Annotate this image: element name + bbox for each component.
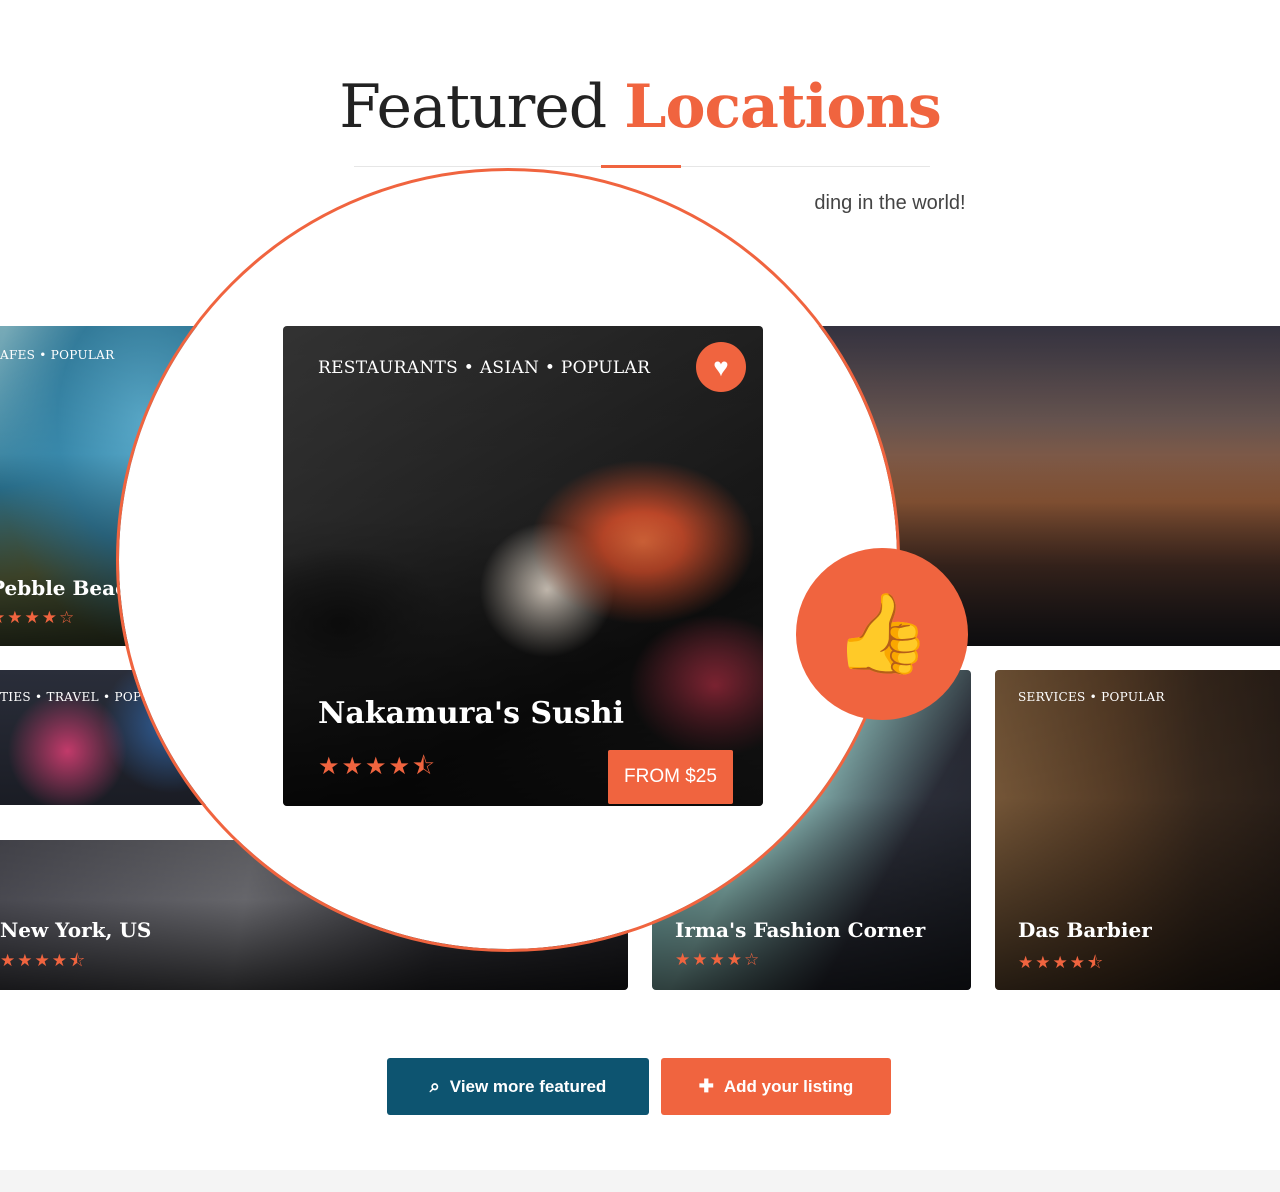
listing-card-nakamura-sushi[interactable]: RESTAURANTS • ASIAN • POPULAR ♥ Nakamura… <box>283 326 763 806</box>
listing-card-das-barbier[interactable]: SERVICES • POPULAR Das Barbier ★★★★⯪ <box>995 670 1280 990</box>
magnifier-lens: RESTAURANTS • ASIAN • POPULAR ♥ Nakamura… <box>119 171 897 949</box>
add-listing-button[interactable]: ✚ Add your listing <box>661 1058 891 1115</box>
search-icon: ⌕ <box>429 1076 440 1096</box>
section-title: Featured Locations <box>0 72 1280 142</box>
title-accent: Locations <box>624 72 942 142</box>
view-more-featured-button[interactable]: ⌕ View more featured <box>387 1058 649 1115</box>
card-overlay <box>995 670 1280 990</box>
title-plain: Featured <box>339 72 607 142</box>
card-overlay <box>283 326 763 806</box>
footer-band <box>0 1170 1280 1192</box>
card-title: Nakamura's Sushi <box>318 696 624 731</box>
card-title: Irma's Fashion Corner <box>675 918 926 942</box>
subtitle-text: ding in the world! <box>814 192 966 214</box>
heart-icon[interactable]: ♥ <box>696 342 746 392</box>
card-tags: AFES • POPULAR <box>0 348 115 362</box>
card-tags: RESTAURANTS • ASIAN • POPULAR <box>318 358 651 378</box>
card-tags: TIES • TRAVEL • POPUL <box>0 690 160 704</box>
plus-icon: ✚ <box>698 1076 714 1096</box>
rating-stars: ★★★★⯪ <box>318 753 437 780</box>
rating-stars: ★★★★⯪ <box>0 951 88 970</box>
rating-stars: ★★★★☆ <box>675 950 762 969</box>
price-badge: FROM $25 <box>608 750 733 804</box>
title-divider-accent <box>601 165 681 168</box>
view-more-label: View more featured <box>449 1077 607 1096</box>
rating-stars: ★★★★☆ <box>0 608 77 627</box>
thumbs-up-icon: 👍 <box>796 548 968 720</box>
add-listing-label: Add your listing <box>723 1077 854 1096</box>
card-title: Das Barbier <box>1018 918 1152 942</box>
card-title: New York, US <box>0 918 152 942</box>
card-tags: SERVICES • POPULAR <box>1018 690 1165 704</box>
rating-stars: ★★★★⯪ <box>1018 953 1106 972</box>
